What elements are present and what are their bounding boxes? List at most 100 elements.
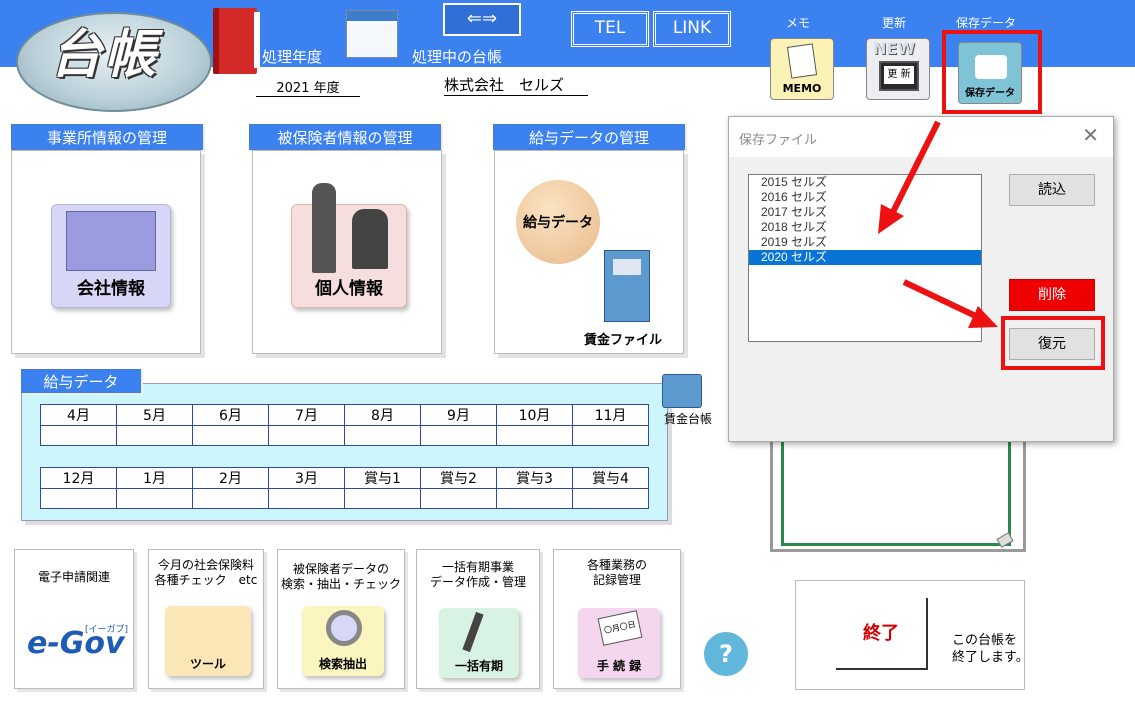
bonus-cell[interactable]: 賞与2 bbox=[420, 467, 497, 489]
card-icon: 〇月〇日 bbox=[597, 610, 643, 646]
tool-text: 今月の社会保険料 各種チェック etc bbox=[154, 558, 258, 587]
month-cell[interactable]: 4月 bbox=[40, 404, 117, 426]
bonus-cell[interactable]: 賞与1 bbox=[344, 467, 421, 489]
arrow-line-2 bbox=[902, 279, 986, 323]
building-icon bbox=[66, 211, 156, 271]
exit-button[interactable]: 終了 bbox=[836, 598, 928, 670]
personal-info-button[interactable]: 個人情報 bbox=[291, 183, 407, 308]
month-cell[interactable]: 12月 bbox=[40, 467, 117, 489]
personal-info-label: 個人情報 bbox=[315, 279, 383, 299]
month-cell[interactable]: 1月 bbox=[116, 467, 193, 489]
close-icon[interactable]: ✕ bbox=[1082, 123, 1099, 147]
saved-data-label: 保存データ bbox=[965, 88, 1015, 99]
link-button[interactable]: LINK bbox=[653, 11, 731, 47]
month-value[interactable] bbox=[496, 425, 573, 446]
month-cell[interactable]: 10月 bbox=[496, 404, 573, 426]
shovel-icon bbox=[462, 611, 484, 653]
tool-card: 今月の社会保険料 各種チェック etc ツール bbox=[148, 549, 264, 689]
restore-button[interactable]: 復元 bbox=[1009, 328, 1095, 360]
person-desk-icon bbox=[352, 209, 388, 269]
month-value[interactable] bbox=[420, 425, 497, 446]
update-caption: 更新 bbox=[882, 16, 907, 30]
current-ledger-value: 株式会社 セルズ bbox=[444, 74, 588, 96]
month-cell[interactable]: 9月 bbox=[420, 404, 497, 426]
month-value[interactable] bbox=[344, 425, 421, 446]
update-label: 更 新 bbox=[884, 66, 914, 84]
procedure-text: 各種業務の 記録管理 bbox=[586, 558, 647, 587]
e-gov-card: 電子申請関連 e-Gov [イーガブ] bbox=[14, 549, 134, 689]
company-info-label: 会社情報 bbox=[77, 279, 145, 299]
fiscal-year-value[interactable]: 2021 年度 bbox=[256, 77, 360, 97]
month-value[interactable] bbox=[268, 488, 345, 509]
month-table-2: 12月 1月 2月 3月 賞与1 賞与2 賞与3 賞与4 bbox=[40, 467, 649, 509]
binder-icon bbox=[613, 259, 641, 275]
saved-data-button[interactable]: 保存データ bbox=[958, 42, 1022, 104]
dialog-title: 保存ファイル bbox=[739, 133, 818, 148]
e-gov-text: 電子申請関連 bbox=[37, 570, 110, 584]
bulk-card: 一括有期事業 データ作成・管理 一括有期 bbox=[416, 549, 540, 689]
tool-button[interactable]: ツール bbox=[165, 606, 251, 676]
e-gov-reading: [イーガブ] bbox=[85, 625, 129, 635]
wage-file-button[interactable] bbox=[604, 250, 650, 322]
search-extract-button[interactable]: 検索抽出 bbox=[302, 606, 384, 676]
bonus-cell[interactable]: 賞与4 bbox=[572, 467, 649, 489]
month-cell[interactable]: 5月 bbox=[116, 404, 193, 426]
bulk-period-button[interactable]: 一括有期 bbox=[439, 608, 519, 678]
month-value[interactable] bbox=[192, 488, 269, 509]
magnifier-icon bbox=[326, 610, 362, 646]
month-value[interactable] bbox=[572, 488, 649, 509]
memo-label: MEMO bbox=[782, 82, 822, 95]
switch-ledger-button[interactable]: ⇐⇒ bbox=[443, 3, 521, 36]
month-value[interactable] bbox=[192, 425, 269, 446]
saved-data-caption: 保存データ bbox=[956, 16, 1017, 30]
people-icon bbox=[312, 183, 336, 273]
month-cell[interactable]: 8月 bbox=[344, 404, 421, 426]
month-cell[interactable]: 7月 bbox=[268, 404, 345, 426]
month-value[interactable] bbox=[40, 488, 117, 509]
wage-file-label: 賃金ファイル bbox=[584, 333, 663, 348]
load-button[interactable]: 読込 bbox=[1009, 174, 1095, 206]
office-section-title: 事業所情報の管理 bbox=[11, 124, 203, 150]
month-value[interactable] bbox=[572, 425, 649, 446]
swap-arrows-icon: ⇐⇒ bbox=[466, 8, 498, 29]
memo-icon bbox=[786, 43, 818, 79]
month-value[interactable] bbox=[420, 488, 497, 509]
update-button[interactable]: NEW 更 新 bbox=[866, 38, 930, 100]
delete-button[interactable]: 削除 bbox=[1009, 279, 1095, 311]
briefcase-icon bbox=[975, 55, 1007, 79]
month-value[interactable] bbox=[116, 488, 193, 509]
memo-button[interactable]: MEMO bbox=[770, 38, 834, 100]
ledger-inner-frame bbox=[781, 430, 1011, 546]
current-ledger-label: 処理中の台帳 bbox=[412, 48, 503, 66]
bulk-text: 一括有期事業 データ作成・管理 bbox=[429, 560, 526, 589]
month-value[interactable] bbox=[344, 488, 421, 509]
calendar-icon bbox=[346, 10, 398, 58]
exit-description: この台帳を 終了します。 bbox=[952, 633, 1029, 665]
month-cell[interactable]: 11月 bbox=[572, 404, 649, 426]
callout-arrows bbox=[878, 120, 998, 328]
salary-section-title: 給与データの管理 bbox=[493, 124, 685, 150]
tel-button[interactable]: TEL bbox=[571, 11, 649, 47]
company-info-button[interactable]: 会社情報 bbox=[51, 204, 171, 308]
bonus-cell[interactable]: 賞与3 bbox=[496, 467, 573, 489]
month-value[interactable] bbox=[268, 425, 345, 446]
help-button[interactable]: ? bbox=[704, 632, 748, 676]
new-badge: NEW bbox=[873, 39, 915, 58]
procedure-log-button[interactable]: 〇月〇日 手 続 録 bbox=[578, 608, 660, 678]
month-cell[interactable]: 2月 bbox=[192, 467, 269, 489]
procedure-log-label: 手 続 録 bbox=[596, 659, 642, 673]
month-cell[interactable]: 3月 bbox=[268, 467, 345, 489]
month-value[interactable] bbox=[40, 425, 117, 446]
fiscal-year-label: 処理年度 bbox=[262, 48, 323, 66]
wage-ledger-icon[interactable] bbox=[662, 374, 702, 408]
month-cell[interactable]: 6月 bbox=[192, 404, 269, 426]
salary-data-button[interactable]: 給与データ bbox=[516, 180, 600, 264]
salary-panel bbox=[494, 150, 684, 354]
month-value[interactable] bbox=[496, 488, 573, 509]
bulk-period-label: 一括有期 bbox=[454, 659, 503, 673]
month-value[interactable] bbox=[116, 425, 193, 446]
monitor-icon: 更 新 bbox=[879, 61, 919, 91]
search-text: 被保険者データの 検索・抽出・チェック bbox=[280, 562, 401, 591]
app-logo-text: 台帳 bbox=[50, 24, 159, 85]
book-icon bbox=[213, 8, 260, 74]
